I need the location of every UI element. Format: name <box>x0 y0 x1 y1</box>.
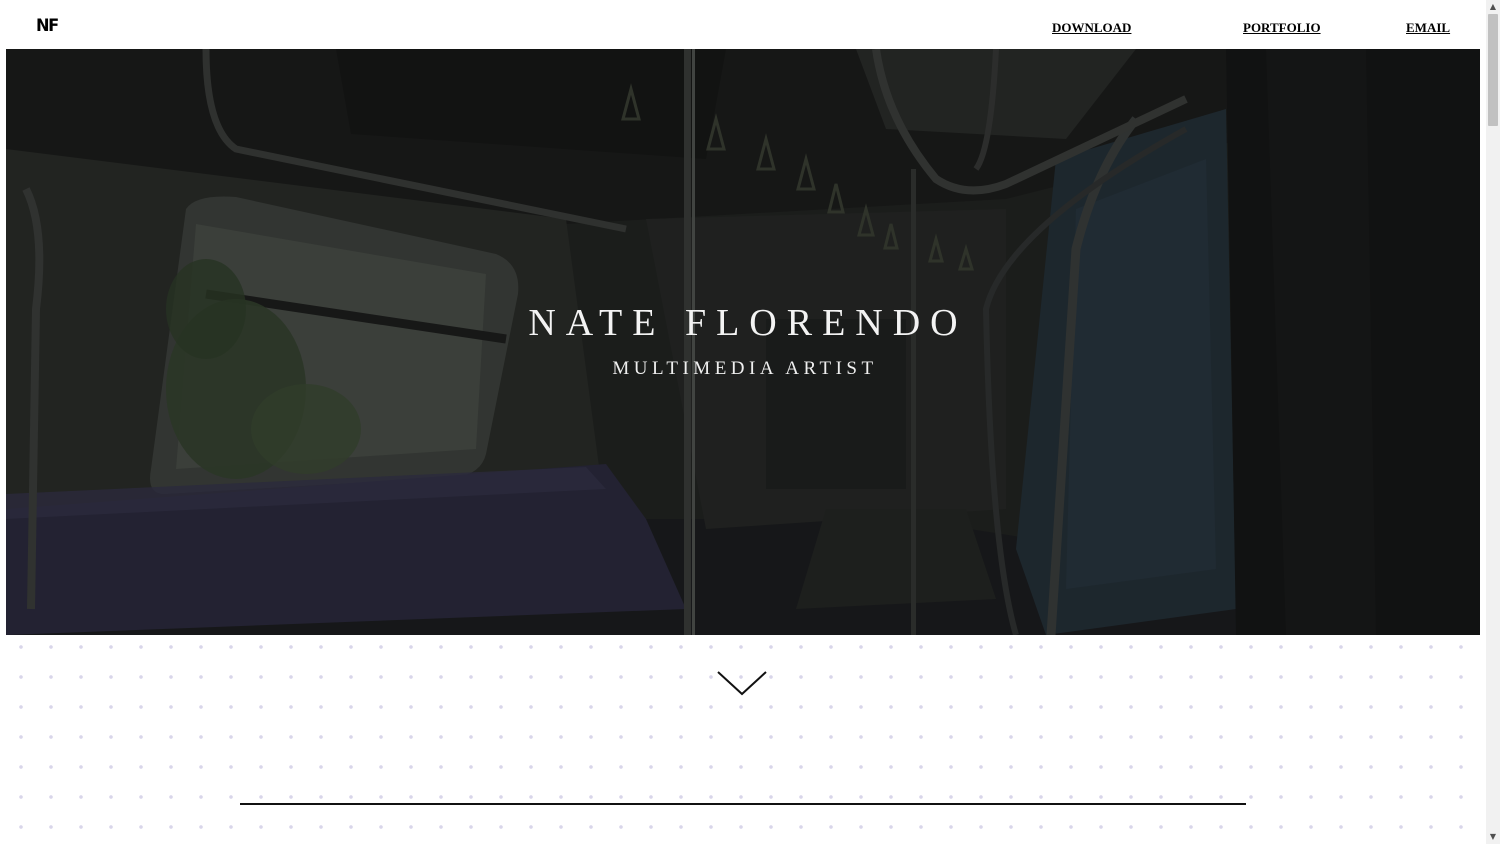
chevron-down-icon[interactable] <box>716 670 768 698</box>
hero-banner: NATE FLORENDO MULTIMEDIA ARTIST <box>6 49 1480 635</box>
site-logo[interactable]: NF <box>36 16 59 36</box>
scroll-down-icon[interactable]: ▼ <box>1486 830 1500 844</box>
nav-link-email[interactable]: EMAIL <box>1406 20 1450 36</box>
scroll-up-icon[interactable]: ▲ <box>1486 0 1500 14</box>
page-scrollbar[interactable]: ▲ ▼ <box>1486 0 1500 844</box>
section-divider <box>240 803 1246 805</box>
site-header: NF DOWNLOAD PORTFOLIO EMAIL <box>0 0 1486 49</box>
hero-title: NATE FLORENDO <box>528 302 968 344</box>
hero-subtitle: MULTIMEDIA ARTIST <box>612 358 878 379</box>
nav-link-download[interactable]: DOWNLOAD <box>1052 20 1131 36</box>
scrollbar-thumb[interactable] <box>1488 14 1498 126</box>
nav-link-portfolio[interactable]: PORTFOLIO <box>1243 20 1321 36</box>
